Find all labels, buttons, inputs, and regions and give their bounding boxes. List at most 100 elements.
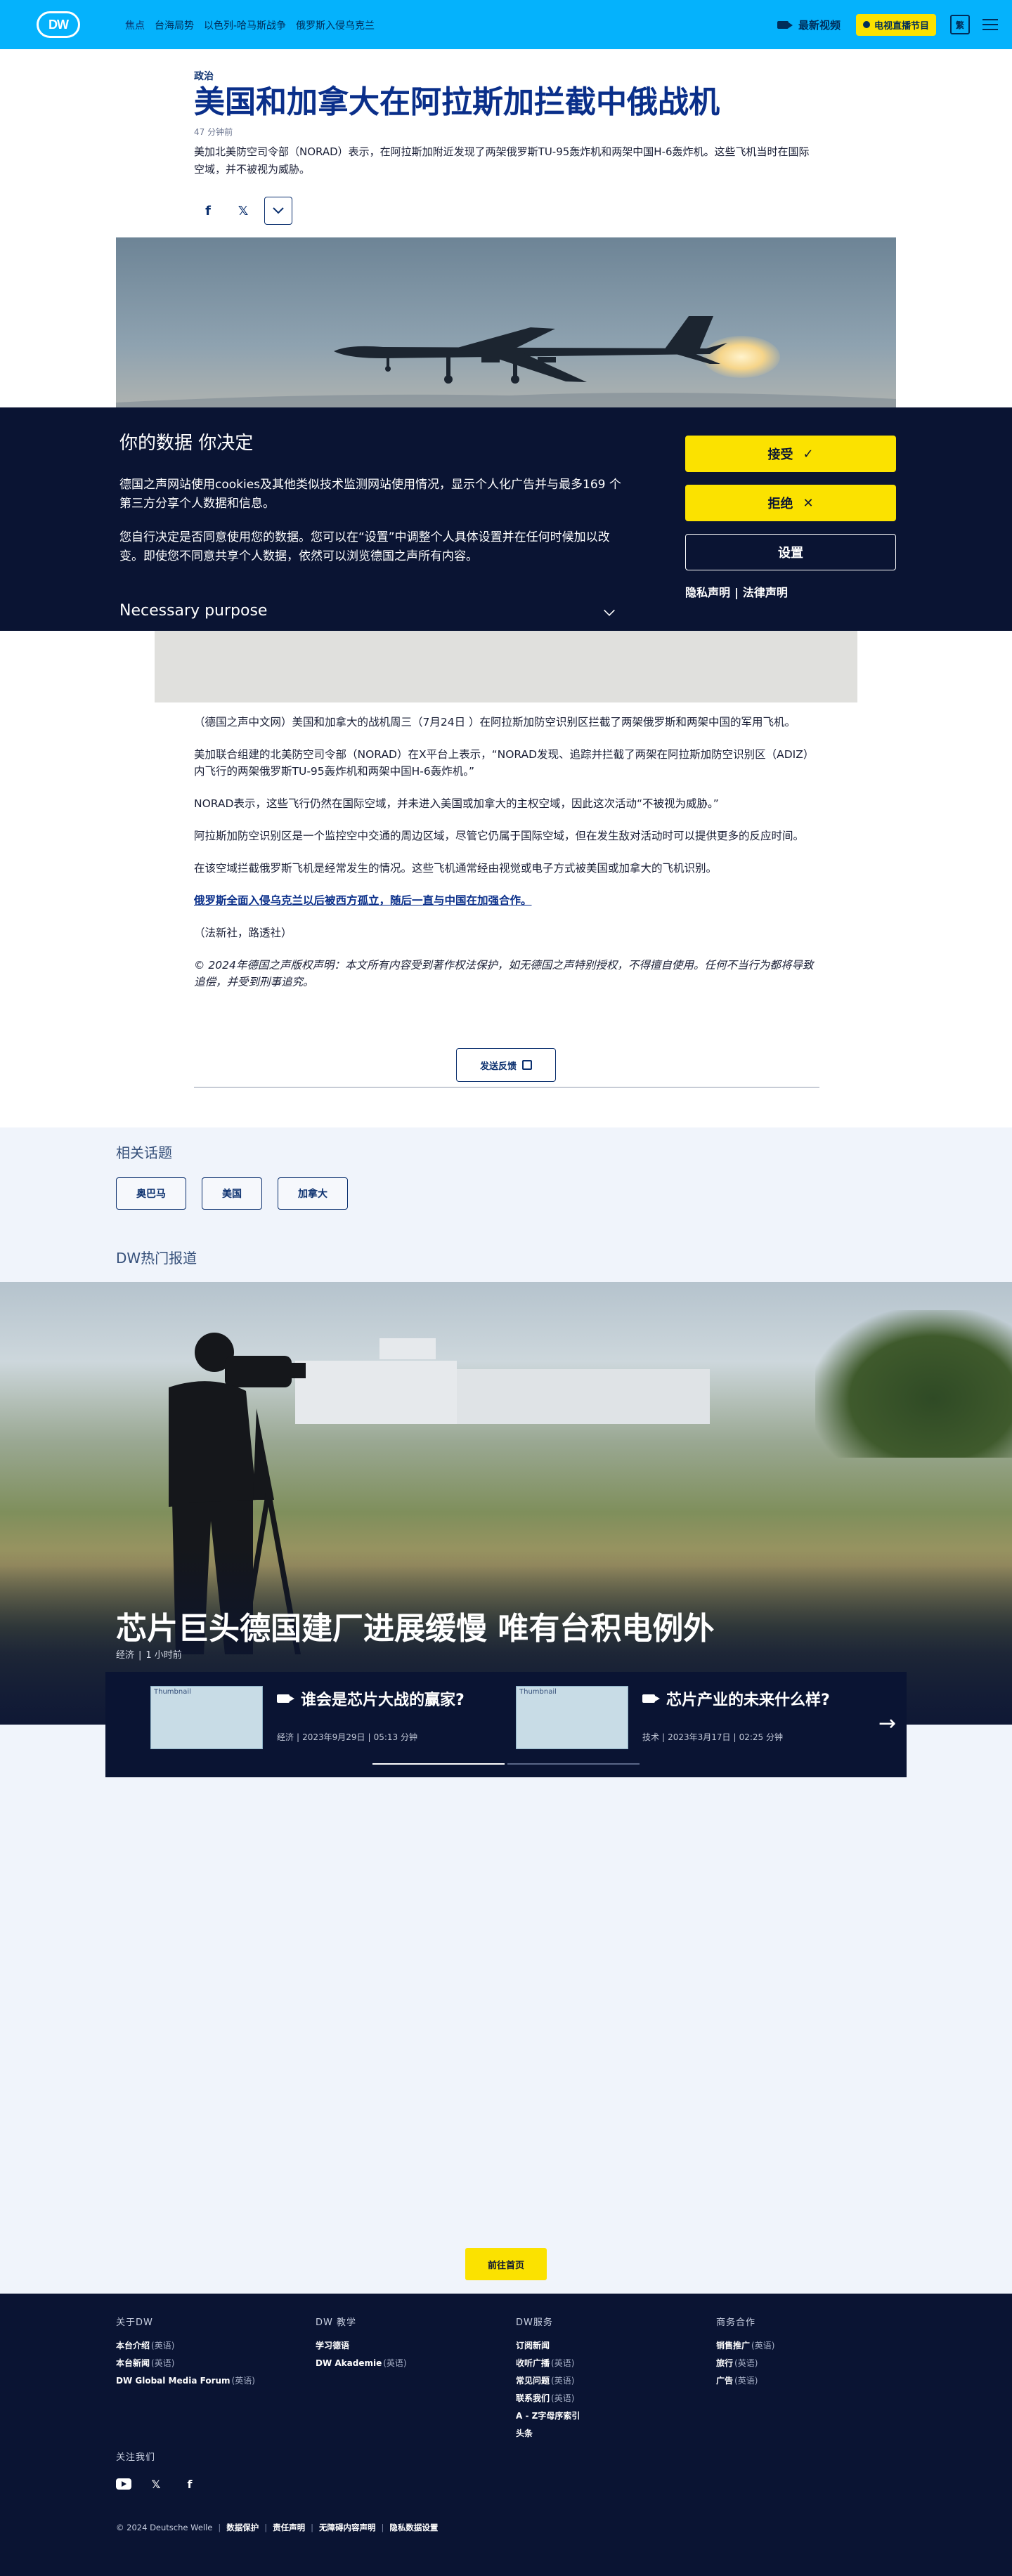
settings-button[interactable]: 设置 [685,534,896,570]
arrow-right-icon[interactable]: → [878,1711,896,1736]
video-date: 2023年3月17日 [668,1732,731,1742]
nav-item-ukraine[interactable]: 俄罗斯入侵乌克兰 [296,18,375,32]
necessary-purpose-toggle[interactable]: Necessary purpose [119,602,267,620]
tag-usa[interactable]: 美国 [202,1177,262,1210]
video-date: 2023年9月29日 [302,1732,365,1742]
language-switch-button[interactable]: 繁 [950,15,970,34]
latest-video-link[interactable]: 最新视频 [777,18,841,32]
feature-meta: 经济 | 1 小时前 [116,1647,186,1661]
factory-building [379,1338,436,1359]
site-header: DW 焦点 台海局势 以色列-哈马斯战争 俄罗斯入侵乌克兰 最新视频 电视直播节… [0,0,1012,49]
tag-canada[interactable]: 加拿大 [278,1177,348,1210]
footer-link[interactable]: A - Z字母序索引 [516,2410,581,2421]
article-lead: 美加北美防空司令部（NORAD）表示，在阿拉斯加附近发现了两架俄罗斯TU-95轰… [194,145,810,176]
footer-col-title: 关于DW [116,2317,153,2328]
footer-col-learning: DW 教学 学习德语 DW Akademie (英语) [316,2315,407,2374]
x-icon[interactable]: 𝕏 [147,2475,165,2493]
tv-live-button[interactable]: 电视直播节目 [855,13,936,36]
divider [194,1087,819,1088]
feature-title[interactable]: 芯片巨头德国建厂进展缓慢 唯有台积电例外 [116,1603,714,1648]
accept-button[interactable]: 接受 ✓ [685,436,896,472]
reject-button[interactable]: 拒绝 ✕ [685,485,896,521]
footer-link[interactable]: 本台新闻 (英语) [116,2357,255,2369]
social-links: 𝕏 f [116,2475,199,2493]
legal-statement-link[interactable]: 法律声明 [743,586,788,599]
trees [815,1310,1012,1458]
chevron-down-icon[interactable] [604,605,615,616]
separator: | [297,1732,300,1742]
related-topics-title: 相关话题 [116,1144,172,1161]
facebook-icon[interactable]: f [181,2475,199,2493]
carousel-indicator[interactable] [507,1763,640,1765]
x-icon[interactable]: 𝕏 [229,197,257,225]
footer-col-business: 商务合作 销售推广 (英语) 旅行 (英语) 广告 (英语) [716,2315,774,2392]
related-article-link[interactable]: 俄罗斯全面入侵乌克兰以后被西方孤立，随后一直与中国在加强合作。 [194,892,819,909]
dw-logo[interactable]: DW [37,11,80,38]
video-card[interactable]: Thumbnail 谁会是芯片大战的赢家? 经济 | 2023年9月29日 | 05:1… [150,1686,502,1756]
disclaimer-link[interactable]: 责任声明 [273,2522,305,2533]
tv-live-label: 电视直播节目 [874,20,929,32]
footer-link[interactable]: 联系我们 (英语) [516,2392,581,2404]
go-home-button[interactable]: 前往首页 [465,2248,547,2280]
share-more-button[interactable] [264,197,292,225]
feedback-label: 发送反馈 [479,1061,517,1072]
tag-obama[interactable]: 奥巴马 [116,1177,186,1210]
nav-item-focus[interactable]: 焦点 [125,18,145,32]
nav-item-israel-hamas[interactable]: 以色列-哈马斯战争 [204,18,286,32]
footer-col-services: DW服务 订阅新闻 收听广播 (英语) 常见问题 (英语) 联系我们 (英语) A -… [516,2315,581,2445]
cookie-text-1: 德国之声网站使用cookies及其他类似技术监测网站使用情况，显示个人化广告并与… [119,478,621,511]
footer-link[interactable]: 本台介绍 (英语) [116,2339,255,2351]
footer-col-title: DW服务 [516,2317,553,2328]
separator: | [138,1650,142,1661]
send-feedback-button[interactable]: 发送反馈 [456,1048,556,1082]
video-duration: 02:25 分钟 [739,1732,783,1742]
footer-link[interactable]: 广告 (英语) [716,2374,774,2386]
footer-link[interactable]: 学习德语 [316,2339,407,2351]
chevron-down-icon [273,207,284,214]
accessibility-link[interactable]: 无障碍内容声明 [319,2522,376,2533]
feature-story[interactable]: 芯片巨头德国建厂进展缓慢 唯有台积电例外 经济 | 1 小时前 [0,1282,1012,1725]
factory-building [457,1369,710,1424]
privacy-links: 隐私声明 | 法律声明 [685,583,792,600]
footer-link[interactable]: 订阅新闻 [516,2339,581,2351]
logo-text: DW [39,13,78,36]
footer-col-title: DW 教学 [316,2317,356,2328]
carousel-indicator-active[interactable] [372,1763,505,1765]
paragraph: NORAD表示，这些飞行仍然在国际空域，并未进入美国或加拿大的主权空域，因此这次… [194,797,719,810]
nav-item-taiwan[interactable]: 台海局势 [155,18,194,32]
data-protection-link[interactable]: 数据保护 [226,2522,259,2533]
video-meta: 经济 | 2023年9月29日 | 05:13 分钟 [277,1731,420,1743]
footer-col-title: 商务合作 [716,2317,756,2328]
footer-link[interactable]: 旅行 (英语) [716,2357,774,2369]
footer-link[interactable]: DW Global Media Forum (英语) [116,2374,255,2386]
video-thumbnail: Thumbnail [516,1686,628,1749]
reject-label: 拒绝 [767,497,793,511]
facebook-icon[interactable]: f [194,197,222,225]
separator: | [662,1732,666,1742]
article-source: （法新社，路透社） [194,927,292,939]
privacy-statement-link[interactable]: 隐私声明 [685,586,730,599]
header-actions: 最新视频 电视直播节目 繁 [777,13,998,37]
video-title: 谁会是芯片大战的赢家? [277,1687,465,1710]
close-icon: ✕ [803,495,814,511]
footer-link[interactable]: DW Akademie (英语) [316,2357,407,2369]
video-duration: 05:13 分钟 [373,1732,417,1742]
video-card[interactable]: Thumbnail 芯片产业的未来什么样? 技术 | 2023年3月17日 | 02:2… [516,1686,867,1756]
accept-label: 接受 [767,447,793,462]
youtube-icon[interactable] [116,2478,131,2490]
share-bar: f 𝕏 [194,197,292,225]
article-kicker[interactable]: 政治 [194,69,214,83]
footer-link[interactable]: 收听广播 (英语) [516,2357,581,2369]
footer-link[interactable]: 销售推广 (英语) [716,2339,774,2351]
footer-copyright: © 2024 Deutsche Welle [116,2523,213,2532]
paragraph: 阿拉斯加防空识别区是一个监控空中交通的周边区域，尽管它仍属于国际空域，但在发生敌… [194,830,805,842]
footer-link[interactable]: 头条 [516,2427,581,2439]
menu-icon[interactable] [982,19,998,30]
feature-time: 1 小时前 [145,1650,182,1661]
cookie-consent-banner: 你的数据 你决定 德国之声网站使用cookies及其他类似技术监测网站使用情况，… [0,407,1012,631]
privacy-settings-link[interactable]: 隐私数据设置 [389,2522,438,2533]
top-nav: 焦点 台海局势 以色列-哈马斯战争 俄罗斯入侵乌克兰 [125,18,384,32]
footer-col-about: 关于DW 本台介绍 (英语) 本台新闻 (英语) DW Global Media F… [116,2315,255,2392]
video-carousel: Thumbnail 谁会是芯片大战的赢家? 经济 | 2023年9月29日 | 05:1… [105,1672,907,1777]
footer-link[interactable]: 常见问题 (英语) [516,2374,581,2386]
